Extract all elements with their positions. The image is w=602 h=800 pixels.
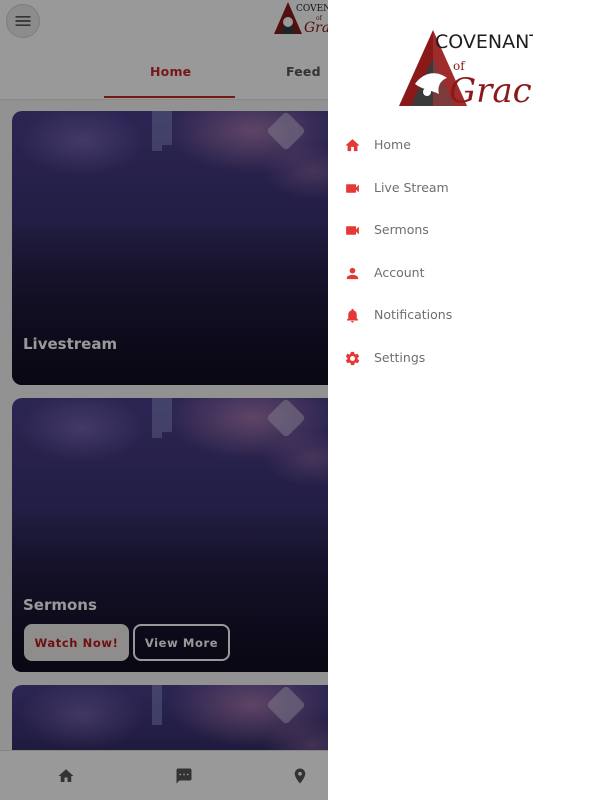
video-camera-icon (344, 222, 361, 239)
person-icon (344, 265, 361, 282)
drawer-item-label: Live Stream (374, 180, 449, 195)
drawer-item-live-stream[interactable]: Live Stream (328, 167, 602, 209)
drawer-item-home[interactable]: Home (328, 124, 602, 166)
gear-icon (344, 350, 361, 367)
covenant-of-grace-logo: COVENANT of Grace (399, 30, 533, 110)
video-camera-icon (344, 180, 361, 197)
home-icon (344, 137, 361, 154)
drawer-item-settings[interactable]: Settings (328, 337, 602, 379)
bell-icon (344, 307, 361, 324)
drawer-item-label: Home (374, 137, 411, 152)
svg-text:COVENANT: COVENANT (435, 31, 533, 53)
drawer-item-label: Settings (374, 350, 426, 365)
navigation-drawer: COVENANT of Grace Home Live Stream Sermo… (328, 0, 602, 800)
drawer-item-label: Notifications (374, 307, 453, 322)
drawer-item-label: Account (374, 265, 425, 280)
drawer-item-label: Sermons (374, 222, 429, 237)
drawer-item-sermons[interactable]: Sermons (328, 209, 602, 251)
drawer-item-notifications[interactable]: Notifications (328, 294, 602, 336)
drawer-item-account[interactable]: Account (328, 252, 602, 294)
svg-text:Grace: Grace (449, 71, 533, 110)
